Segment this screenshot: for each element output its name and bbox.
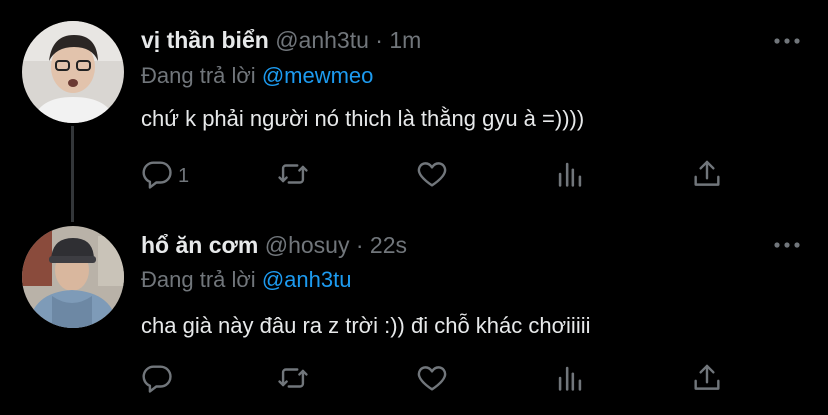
like-button[interactable]	[415, 362, 449, 398]
reply-button[interactable]	[140, 362, 178, 398]
username[interactable]: @hosuy	[265, 232, 350, 258]
reply-button[interactable]: 1	[140, 158, 189, 194]
replying-to: Đang trả lời @mewmeo	[141, 63, 373, 89]
separator: ·	[375, 27, 383, 53]
replying-to: Đang trả lời @anh3tu	[141, 267, 351, 293]
retweet-icon	[276, 361, 310, 400]
separator: ·	[355, 232, 364, 258]
more-icon[interactable]	[772, 237, 802, 253]
avatar[interactable]	[22, 21, 124, 123]
tweet[interactable]: hổ ăn cơm @hosuy · 22s Đang trả lời @anh…	[0, 210, 828, 415]
replying-to-label: Đang trả lời	[141, 267, 256, 292]
retweet-button[interactable]	[276, 362, 310, 398]
reply-count: 1	[178, 164, 190, 187]
like-icon	[415, 157, 449, 196]
analytics-button[interactable]	[553, 362, 587, 398]
display-name[interactable]: vị thần biển	[141, 27, 269, 53]
analytics-icon	[553, 157, 587, 196]
replying-to-label: Đang trả lời	[141, 63, 256, 88]
mention-link[interactable]: @mewmeo	[262, 63, 374, 88]
share-icon	[690, 361, 724, 400]
tweet-text: cha già này đâu ra z trời :)) đi chỗ khá…	[141, 313, 591, 338]
timestamp[interactable]: 1m	[389, 27, 421, 53]
mention-link[interactable]: @anh3tu	[262, 267, 352, 292]
reply-icon	[140, 361, 174, 400]
retweet-icon	[276, 157, 310, 196]
share-icon	[690, 157, 724, 196]
like-button[interactable]	[415, 158, 449, 194]
more-icon[interactable]	[772, 33, 802, 49]
tweet-header: hổ ăn cơm @hosuy · 22s	[141, 232, 407, 259]
thread-line	[71, 126, 74, 222]
tweet-text: chứ k phải người nó thich là thằng gyu à…	[141, 106, 585, 131]
username[interactable]: @anh3tu	[275, 27, 369, 53]
avatar[interactable]	[22, 226, 124, 328]
timestamp[interactable]: 22s	[370, 232, 407, 258]
display-name[interactable]: hổ ăn cơm	[141, 232, 258, 258]
like-icon	[415, 361, 449, 400]
retweet-button[interactable]	[276, 158, 310, 194]
tweet[interactable]: vị thần biển @anh3tu · 1m Đang trả lời @…	[0, 0, 828, 222]
tweet-header: vị thần biển @anh3tu · 1m	[141, 27, 421, 54]
reply-icon	[140, 157, 174, 196]
share-button[interactable]	[690, 158, 724, 194]
analytics-button[interactable]	[553, 158, 587, 194]
share-button[interactable]	[690, 362, 724, 398]
analytics-icon	[553, 361, 587, 400]
